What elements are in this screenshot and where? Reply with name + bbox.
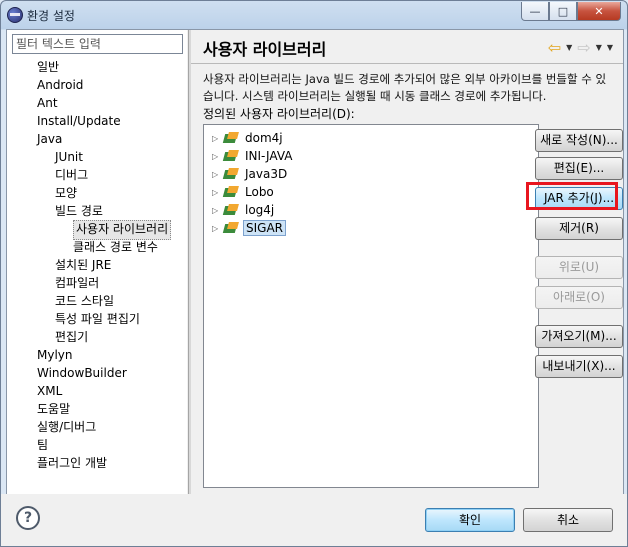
new-button[interactable]: 새로 작성(N)... bbox=[535, 129, 623, 152]
view-menu-icon[interactable]: ▼ bbox=[607, 43, 613, 52]
add-jar-highlight-box bbox=[526, 182, 618, 210]
library-item[interactable]: ▷ INI-JAVA bbox=[212, 147, 294, 165]
export-button[interactable]: 내보내기(X)... bbox=[535, 355, 623, 378]
library-icon bbox=[224, 186, 240, 198]
expand-icon[interactable]: ▷ bbox=[212, 134, 222, 143]
library-name: SIGAR bbox=[243, 220, 287, 236]
tree-item[interactable]: 설치된 JRE bbox=[55, 256, 111, 274]
page-title: 사용자 라이브러리 bbox=[203, 40, 327, 59]
forward-arrow-icon: ⇨ bbox=[577, 38, 591, 57]
preferences-window: 환경 설정 — □ ✕ 필터 텍스트 입력 일반 Android Ant Instal… bbox=[0, 0, 628, 547]
library-name: Lobo bbox=[245, 185, 274, 199]
import-button[interactable]: 가져오기(M)... bbox=[535, 325, 623, 348]
filter-input[interactable]: 필터 텍스트 입력 bbox=[12, 34, 183, 54]
library-item[interactable]: ▷ SIGAR bbox=[212, 219, 287, 237]
tree-item[interactable]: 도움말 bbox=[37, 400, 70, 418]
library-icon bbox=[224, 204, 240, 216]
library-icon bbox=[224, 222, 240, 234]
expand-icon[interactable]: ▷ bbox=[212, 152, 222, 161]
tree-item[interactable]: 빌드 경로 bbox=[55, 202, 103, 220]
preference-page: 사용자 라이브러리 ⇦ ▼ ⇨ ▼ ▼ 사용자 라이브러리는 Java 빌드 경… bbox=[191, 30, 623, 494]
tree-item[interactable]: 실행/디버그 bbox=[37, 418, 96, 436]
user-library-list[interactable]: ▷ dom4j ▷ INI-JAVA ▷ Java3D ▷ Lobo ▷ log4j ▷ SIGAR bbox=[203, 124, 539, 488]
library-name: dom4j bbox=[245, 131, 283, 145]
preference-navigation: 필터 텍스트 입력 일반 Android Ant Install/Update Java… bbox=[7, 30, 187, 494]
maximize-button[interactable]: □ bbox=[549, 2, 577, 21]
tree-item[interactable]: 특성 파일 편집기 bbox=[55, 310, 140, 328]
library-name: INI-JAVA bbox=[245, 149, 293, 163]
tree-item[interactable]: 플러그인 개발 bbox=[37, 454, 107, 472]
tree-item[interactable]: Ant bbox=[37, 94, 58, 112]
library-list-label: 정의된 사용자 라이브러리(D): bbox=[203, 107, 355, 121]
forward-dropdown-icon: ▼ bbox=[595, 43, 602, 52]
library-item[interactable]: ▷ log4j bbox=[212, 201, 276, 219]
tree-item[interactable]: 컴파일러 bbox=[55, 274, 99, 292]
expand-icon[interactable]: ▷ bbox=[212, 224, 222, 233]
tree-item[interactable]: 모양 bbox=[55, 184, 77, 202]
move-down-button: 아래로(O) bbox=[535, 286, 623, 309]
move-up-button: 위로(U) bbox=[535, 256, 623, 279]
library-icon bbox=[224, 150, 240, 162]
library-name: log4j bbox=[245, 203, 275, 217]
library-item[interactable]: ▷ Java3D bbox=[212, 165, 289, 183]
tree-item[interactable]: Java bbox=[37, 130, 62, 148]
help-icon[interactable]: ? bbox=[16, 506, 40, 530]
tree-item[interactable]: Android bbox=[37, 76, 83, 94]
expand-icon[interactable]: ▷ bbox=[212, 170, 222, 179]
page-navigation: ⇦ ▼ ⇨ ▼ ▼ bbox=[548, 38, 613, 57]
tree-item[interactable]: Mylyn bbox=[37, 346, 73, 364]
tree-item[interactable]: Install/Update bbox=[37, 112, 121, 130]
tree-item[interactable]: XML bbox=[37, 382, 62, 400]
expand-icon[interactable]: ▷ bbox=[212, 206, 222, 215]
tree-item[interactable]: JUnit bbox=[55, 148, 83, 166]
window-title: 환경 설정 bbox=[27, 9, 75, 23]
tree-item[interactable]: 팀 bbox=[37, 436, 48, 454]
minimize-button[interactable]: — bbox=[521, 2, 549, 21]
expand-icon[interactable]: ▷ bbox=[212, 188, 222, 197]
tree-item[interactable]: 편집기 bbox=[55, 328, 88, 346]
page-description: 사용자 라이브러리는 Java 빌드 경로에 추가되어 많은 외부 아카이브를 … bbox=[203, 72, 607, 103]
cancel-button[interactable]: 취소 bbox=[523, 508, 613, 532]
tree-item[interactable]: 사용자 라이브러리 bbox=[73, 220, 172, 240]
library-name: Java3D bbox=[245, 167, 288, 181]
close-button[interactable]: ✕ bbox=[577, 2, 621, 21]
library-item[interactable]: ▷ Lobo bbox=[212, 183, 276, 201]
edit-button[interactable]: 편집(E)... bbox=[535, 157, 623, 180]
library-icon bbox=[224, 168, 240, 180]
dialog-content: 필터 텍스트 입력 일반 Android Ant Install/Update Java… bbox=[6, 29, 624, 495]
tree-item[interactable]: 디버그 bbox=[55, 166, 88, 184]
tree-item[interactable]: 일반 bbox=[37, 58, 59, 76]
dialog-footer: ? 확인 취소 bbox=[1, 494, 627, 546]
library-icon bbox=[224, 132, 240, 144]
tree-item[interactable]: 코드 스타일 bbox=[55, 292, 114, 310]
ok-button[interactable]: 확인 bbox=[425, 508, 515, 532]
window-controls: — □ ✕ bbox=[521, 2, 621, 21]
back-arrow-icon[interactable]: ⇦ bbox=[548, 38, 561, 57]
remove-button[interactable]: 제거(R) bbox=[535, 217, 623, 240]
tree-item[interactable]: 클래스 경로 변수 bbox=[73, 238, 158, 256]
back-dropdown-icon[interactable]: ▼ bbox=[566, 43, 572, 52]
library-item[interactable]: ▷ dom4j bbox=[212, 129, 285, 147]
eclipse-app-icon bbox=[7, 7, 23, 23]
title-bar[interactable]: 환경 설정 — □ ✕ bbox=[1, 1, 627, 29]
tree-item[interactable]: WindowBuilder bbox=[37, 364, 127, 382]
title-separator bbox=[191, 63, 623, 64]
